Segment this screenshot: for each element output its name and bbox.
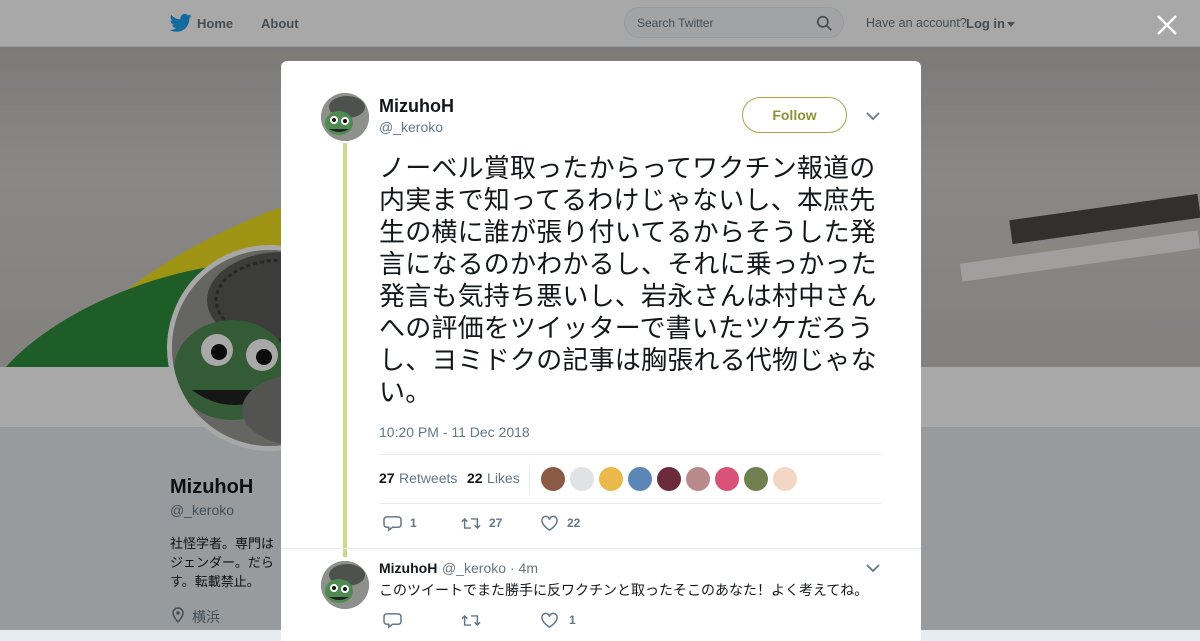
- chevron-down-icon[interactable]: [866, 111, 880, 121]
- reply-count: 1: [410, 516, 417, 530]
- reply-author-name[interactable]: MizuhoH: [379, 560, 437, 576]
- reply-separator: [281, 548, 921, 549]
- close-icon[interactable]: [1155, 13, 1179, 37]
- stats-divider: [529, 463, 530, 495]
- reply-author-avatar[interactable]: [321, 561, 369, 609]
- tweet-actions: 1 27 22: [379, 513, 779, 537]
- author-name[interactable]: MizuhoH: [379, 96, 454, 117]
- heart-icon[interactable]: [540, 515, 559, 532]
- tweet-permalink-modal: MizuhoH @_keroko Follow ノーベル賞取ったからってワクチン…: [281, 61, 921, 641]
- liker-avatar[interactable]: [744, 467, 768, 491]
- reply-icon[interactable]: [383, 612, 402, 629]
- likes-count: 22: [467, 470, 483, 486]
- liker-avatar[interactable]: [599, 467, 623, 491]
- liker-avatar[interactable]: [773, 467, 797, 491]
- retweets-count: 27: [379, 470, 395, 486]
- retweets-stat[interactable]: 27 Retweets: [379, 470, 457, 488]
- tweet-text: ノーベル賞取ったからってワクチン報道の内実まで知ってるわけじゃないし、本庶先生の…: [379, 154, 877, 408]
- liker-avatar[interactable]: [541, 467, 565, 491]
- reply-like-count: 1: [569, 613, 576, 627]
- reply-text: このツイートでまた勝手に反ワクチンと取ったそこのあなた！よく考えてね。: [379, 583, 869, 599]
- liker-avatar[interactable]: [686, 467, 710, 491]
- like-count: 22: [567, 516, 581, 530]
- chevron-down-icon[interactable]: [866, 563, 880, 573]
- author-avatar[interactable]: [321, 93, 369, 141]
- liker-avatar[interactable]: [657, 467, 681, 491]
- heart-icon[interactable]: [540, 612, 559, 629]
- tweet-stats: 27 Retweets 22 Likes: [379, 454, 881, 504]
- reply-author-handle[interactable]: @_keroko: [442, 560, 506, 576]
- retweets-label: Retweets: [399, 470, 458, 486]
- retweet-count: 27: [489, 516, 503, 530]
- liker-avatar[interactable]: [628, 467, 652, 491]
- liker-avatar[interactable]: [715, 467, 739, 491]
- likes-stat[interactable]: 22 Likes: [467, 470, 520, 488]
- liker-avatar[interactable]: [570, 467, 594, 491]
- tweet-timestamp[interactable]: 10:20 PM - 11 Dec 2018: [379, 424, 530, 440]
- frog-avatar-image: [321, 93, 369, 141]
- author-handle[interactable]: @_keroko: [379, 119, 443, 135]
- retweet-icon[interactable]: [461, 515, 481, 532]
- likes-label: Likes: [487, 470, 520, 486]
- reply-timestamp[interactable]: · 4m: [510, 560, 538, 576]
- retweet-icon[interactable]: [461, 612, 481, 629]
- frog-avatar-image: [321, 561, 369, 609]
- conversation-thread-line: [343, 143, 347, 557]
- reply-actions: 1: [379, 610, 679, 634]
- follow-button[interactable]: Follow: [742, 97, 847, 133]
- reply-icon[interactable]: [383, 515, 402, 532]
